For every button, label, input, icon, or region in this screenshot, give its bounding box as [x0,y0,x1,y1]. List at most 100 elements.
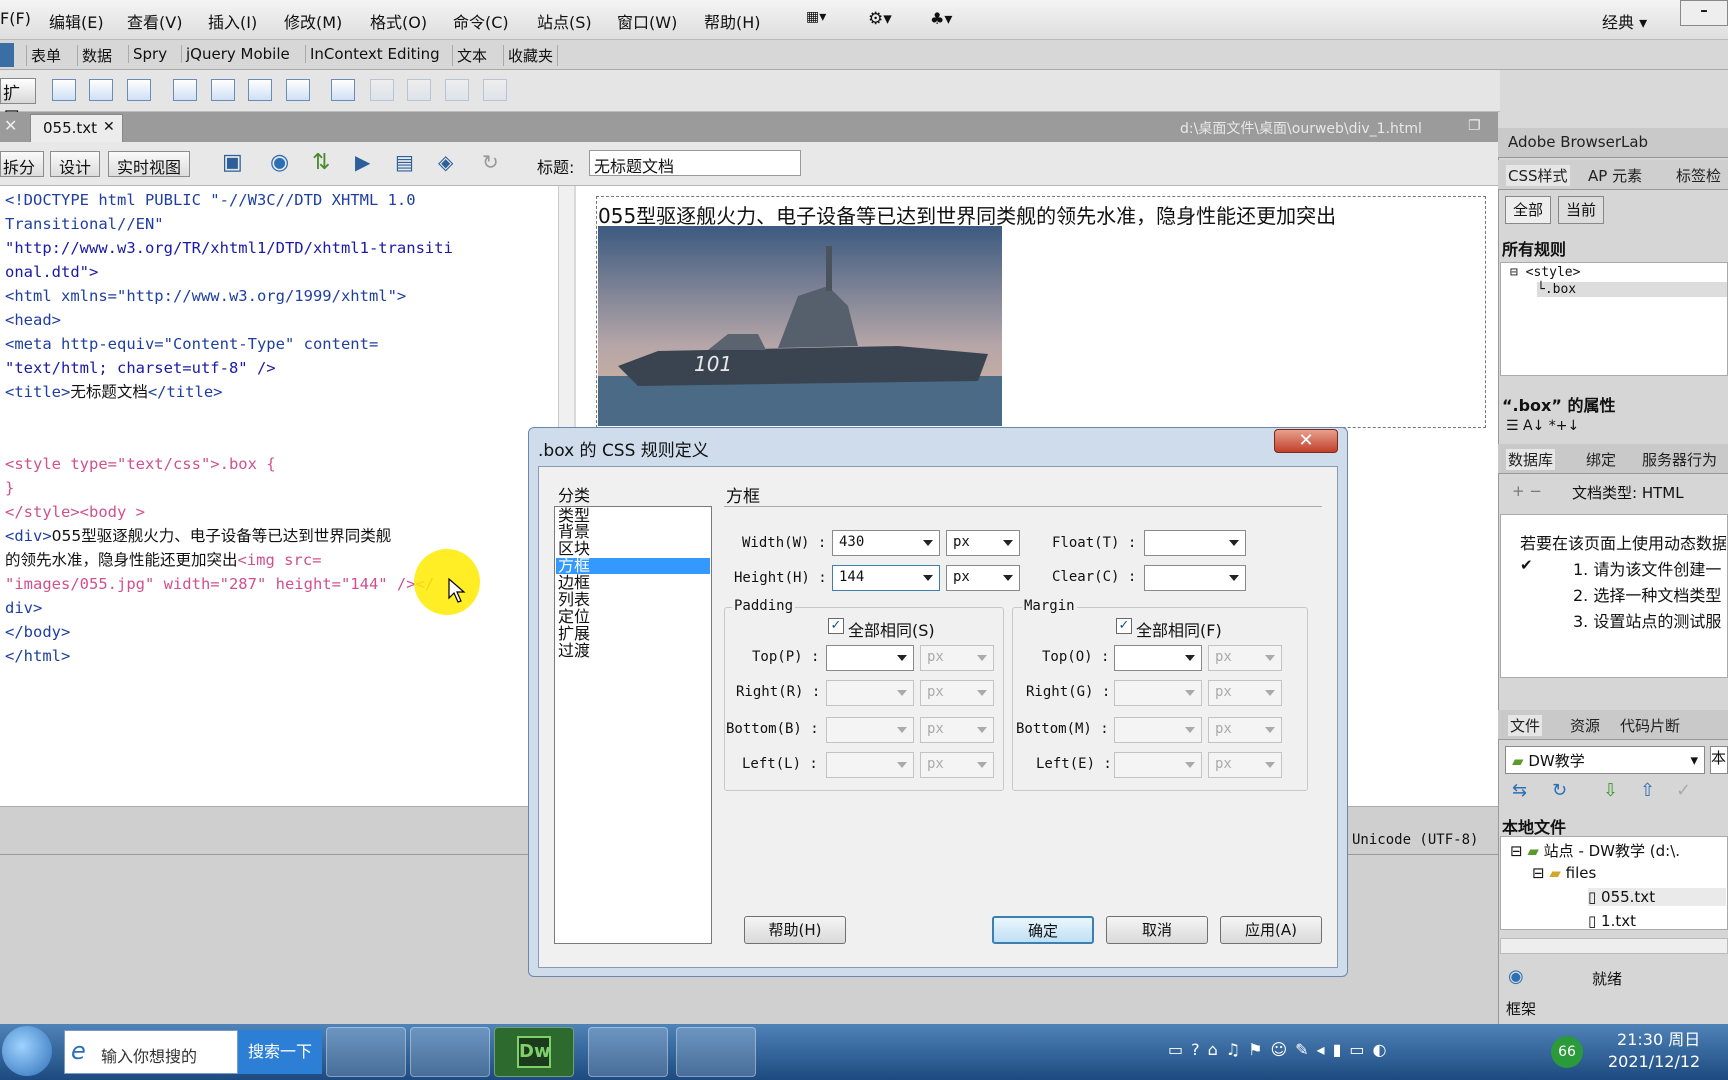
fluid-grid-icon[interactable] [127,79,151,101]
insert-layout-icon[interactable] [248,79,272,101]
site-map-icon[interactable]: ♣▾ [930,9,952,28]
insert-tab-incontext[interactable]: InContext Editing [305,45,444,63]
search-box[interactable]: e 输入你想搜的 [64,1030,238,1074]
minimize-button[interactable]: – [1680,0,1728,26]
document-tab[interactable]: 055.txt ✕ [30,114,123,142]
restore-icon[interactable]: ❐ [1468,118,1481,134]
category-extensions[interactable]: 扩展 [558,626,590,642]
div-icon[interactable] [52,79,76,101]
menu-file[interactable]: F(F) [0,9,31,28]
preview-globe-icon[interactable]: ◉ [270,150,289,175]
layout-icon[interactable]: ▦▾ [806,9,826,25]
put-files-icon[interactable]: ⇧ [1640,780,1655,801]
refresh-files-icon[interactable]: ↻ [1552,780,1567,801]
tree-folder-files[interactable]: ⊟ ▰ files [1532,864,1596,882]
menu-help[interactable]: 帮助(H) [704,9,761,33]
menu-window[interactable]: 窗口(W) [617,9,677,33]
tab-snippets[interactable]: 代码片断 [1620,715,1680,736]
site-view-select[interactable]: 本 [1710,746,1728,774]
insert-tab-common[interactable] [0,43,14,67]
workspace-switcher[interactable]: 经典 ▾ [1602,9,1647,33]
tab-tag-inspector[interactable]: 标签检 [1676,165,1721,186]
insert-tab-forms[interactable]: 表单 [26,45,65,66]
margin-same-checkbox[interactable]: ✓ [1116,618,1132,634]
width-unit-select[interactable]: px [946,530,1020,556]
menu-edit[interactable]: 编辑(E) [49,9,104,33]
frames-panel-label[interactable]: 框架 [1506,998,1536,1019]
padding-same-checkbox[interactable]: ✓ [828,618,844,634]
insert-tab-favorites[interactable]: 收藏夹 [503,45,559,66]
float-select[interactable] [1144,530,1246,556]
add-icon[interactable]: + − [1512,482,1542,500]
debug-icon[interactable]: ▶ [355,150,370,174]
insert-ap-div-icon[interactable] [211,79,235,101]
category-box[interactable]: 方框 [558,558,590,574]
category-background[interactable]: 背景 [558,524,590,540]
taskbar-app-notes[interactable] [588,1027,668,1077]
tree-file-1[interactable]: ▯ 1.txt [1588,912,1636,930]
view-options-icon[interactable]: ▤ [395,150,414,174]
insert-div-icon[interactable] [173,79,197,101]
code-view[interactable]: <!DOCTYPE html PUBLIC "-//W3C//DTD XHTML… [0,186,565,806]
padding-top-input[interactable] [826,645,914,671]
tab-bindings[interactable]: 绑定 [1586,449,1616,470]
menu-site[interactable]: 站点(S) [537,9,592,33]
expand-button[interactable]: 扩展 [0,78,36,129]
get-files-icon[interactable]: ⇩ [1603,780,1618,801]
css-all-button[interactable]: 全部 [1505,196,1551,224]
split-view-button[interactable]: 拆分 [0,151,45,177]
menu-format[interactable]: 格式(O) [370,9,427,33]
draw-layout-icon[interactable] [286,79,310,101]
clear-select[interactable] [1144,565,1246,591]
db-step-2[interactable]: 2. 选择一种文档类型 [1573,582,1727,606]
rule-box[interactable]: └.box [1537,282,1727,297]
help-button[interactable]: 帮助(H) [744,916,846,944]
menu-view[interactable]: 查看(V) [127,9,182,33]
insert-tab-data[interactable]: 数据 [77,45,116,66]
tab-server-behaviors[interactable]: 服务器行为 [1642,449,1717,470]
file-management-icon[interactable]: ⇅ [312,150,330,175]
title-input[interactable]: 无标题文档 [589,150,801,176]
image-icon[interactable] [89,79,113,101]
visual-aids-icon[interactable]: ◈ [438,150,453,174]
ok-button[interactable]: 确定 [992,916,1094,944]
tray-icons[interactable]: ▭?⌂♫⚑☺✎◂▮▭◐ [1168,1040,1394,1059]
table-icon[interactable] [331,79,355,101]
tree-hscrollbar[interactable] [1500,938,1728,954]
tab-files[interactable]: 文件 [1508,715,1543,736]
clock[interactable]: 21:30 周日 2021/12/12 [1608,1029,1700,1073]
tab-ap-elements[interactable]: AP 元素 [1588,165,1642,186]
close-icon[interactable]: ✕ [4,116,17,135]
search-go-button[interactable]: 搜索一下 [238,1030,322,1074]
design-view-button[interactable]: 设计 [50,151,101,177]
category-transition[interactable]: 过渡 [558,643,590,659]
category-block[interactable]: 区块 [558,541,590,557]
destroyer-image[interactable]: 101 [598,226,1002,426]
insert-tab-jquery-mobile[interactable]: jQuery Mobile [181,45,294,63]
connect-icon[interactable]: ⇆ [1512,780,1527,801]
insert-tab-text[interactable]: 文本 [452,45,491,66]
tab-databases[interactable]: 数据库 [1506,449,1556,470]
menu-insert[interactable]: 插入(I) [208,9,257,33]
menu-modify[interactable]: 修改(M) [284,9,342,33]
taskbar-app-ie[interactable] [676,1027,756,1077]
cancel-button[interactable]: 取消 [1106,916,1208,944]
height-unit-select[interactable]: px [946,565,1020,591]
taskbar-app-dreamweaver[interactable]: Dw [494,1027,574,1077]
category-positioning[interactable]: 定位 [558,609,590,625]
category-border[interactable]: 边框 [558,575,590,591]
margin-top-input[interactable] [1114,645,1202,671]
multiscreen-icon[interactable]: ▣ [222,150,243,175]
tray-badge[interactable]: 66 [1551,1036,1583,1068]
tab-css-styles[interactable]: CSS样式 [1506,165,1570,186]
start-button[interactable] [2,1026,52,1076]
tree-site-root[interactable]: ⊟ ▰ 站点 - DW教学 (d:\. [1510,840,1726,861]
property-view-icons[interactable]: ☰ A↓ *+↓ [1506,418,1579,434]
height-input[interactable]: 144 [832,565,940,591]
menu-command[interactable]: 命令(C) [453,9,509,33]
tab-assets[interactable]: 资源 [1570,715,1600,736]
taskbar-app-explorer[interactable] [410,1027,490,1077]
site-select[interactable]: ▰ DW教学 ▾ [1505,746,1705,774]
insert-tab-spry[interactable]: Spry [128,45,171,63]
taskbar-app-browser[interactable] [326,1027,406,1077]
